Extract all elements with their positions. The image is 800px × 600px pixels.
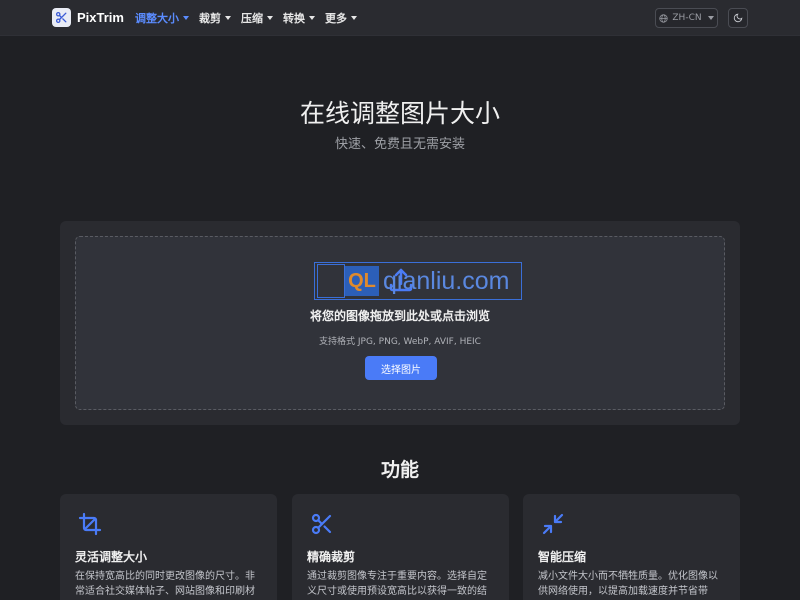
caret-down-icon xyxy=(267,16,273,20)
feature-title: 精确裁剪 xyxy=(307,550,356,564)
nav-item-label: 调整大小 xyxy=(135,12,179,25)
nav-item-more[interactable]: 更多 xyxy=(325,10,357,26)
nav-item-resize[interactable]: 调整大小 xyxy=(135,10,189,26)
caret-down-icon xyxy=(225,16,231,20)
theme-toggle-button[interactable] xyxy=(728,8,748,28)
feature-description: 在保持宽高比的同时更改图像的尺寸。非常适合社交媒体帖子、网站图像和印刷材 xyxy=(75,571,255,597)
caret-down-icon xyxy=(309,16,315,20)
supported-formats: 支持格式 JPG, PNG, WebP, AVIF, HEIC xyxy=(319,337,481,347)
brand[interactable]: PixTrim xyxy=(52,8,124,27)
brand-name: PixTrim xyxy=(77,10,124,25)
nav-item-label: 转换 xyxy=(283,12,305,25)
feature-title: 智能压缩 xyxy=(538,550,587,564)
watermark: QL qianliu.com xyxy=(314,262,522,300)
nav-item-crop[interactable]: 裁剪 xyxy=(199,10,231,26)
upload-card: 将您的图像拖放到此处或点击浏览 支持格式 JPG, PNG, WebP, AVI… xyxy=(60,221,740,425)
feature-card-compress: 智能压缩 减小文件大小而不牺牲质量。优化图像以供网络使用，以提高加载速度并节省带 xyxy=(523,494,740,600)
nav-menu: 调整大小 裁剪 压缩 转换 更多 xyxy=(135,0,357,36)
nav-item-compress[interactable]: 压缩 xyxy=(241,10,273,26)
nav-item-label: 更多 xyxy=(325,12,347,25)
compress-icon xyxy=(542,513,564,535)
moon-icon xyxy=(733,13,743,23)
caret-down-icon xyxy=(707,16,714,20)
page-title: 在线调整图片大小 xyxy=(299,99,500,128)
watermark-logo: QL xyxy=(345,266,379,296)
caret-down-icon xyxy=(351,16,357,20)
select-image-button[interactable]: 选择图片 xyxy=(365,356,437,380)
page-subtitle: 快速、免费且无需安装 xyxy=(334,137,465,152)
nav-item-convert[interactable]: 转换 xyxy=(283,10,315,26)
feature-description: 减小文件大小而不牺牲质量。优化图像以供网络使用，以提高加载速度并节省带 xyxy=(538,571,718,597)
feature-description: 通过裁剪图像专注于重要内容。选择自定义尺寸或使用预设宽高比以获得一致的结 xyxy=(307,571,487,597)
scissors-logo-icon xyxy=(52,8,71,27)
nav-item-label: 裁剪 xyxy=(199,12,221,25)
language-selector[interactable]: ZH-CN xyxy=(655,8,718,28)
features-title: 功能 xyxy=(380,459,419,481)
top-navbar: PixTrim 调整大小 裁剪 压缩 转换 更多 ZH-CN xyxy=(0,0,800,36)
globe-icon xyxy=(659,13,669,23)
feature-card-resize: 灵活调整大小 在保持宽高比的同时更改图像的尺寸。非常适合社交媒体帖子、网站图像和… xyxy=(60,494,277,600)
watermark-text: qianliu.com xyxy=(383,266,510,295)
drop-zone-title: 将您的图像拖放到此处或点击浏览 xyxy=(309,309,490,323)
caret-down-icon xyxy=(183,16,189,20)
watermark-box xyxy=(317,264,345,298)
scissors-icon xyxy=(311,513,332,535)
crop-icon xyxy=(78,512,102,536)
feature-card-crop: 精确裁剪 通过裁剪图像专注于重要内容。选择自定义尺寸或使用预设宽高比以获得一致的… xyxy=(292,494,509,600)
feature-title: 灵活调整大小 xyxy=(75,550,148,564)
language-label: ZH-CN xyxy=(672,13,702,23)
nav-item-label: 压缩 xyxy=(241,12,263,25)
